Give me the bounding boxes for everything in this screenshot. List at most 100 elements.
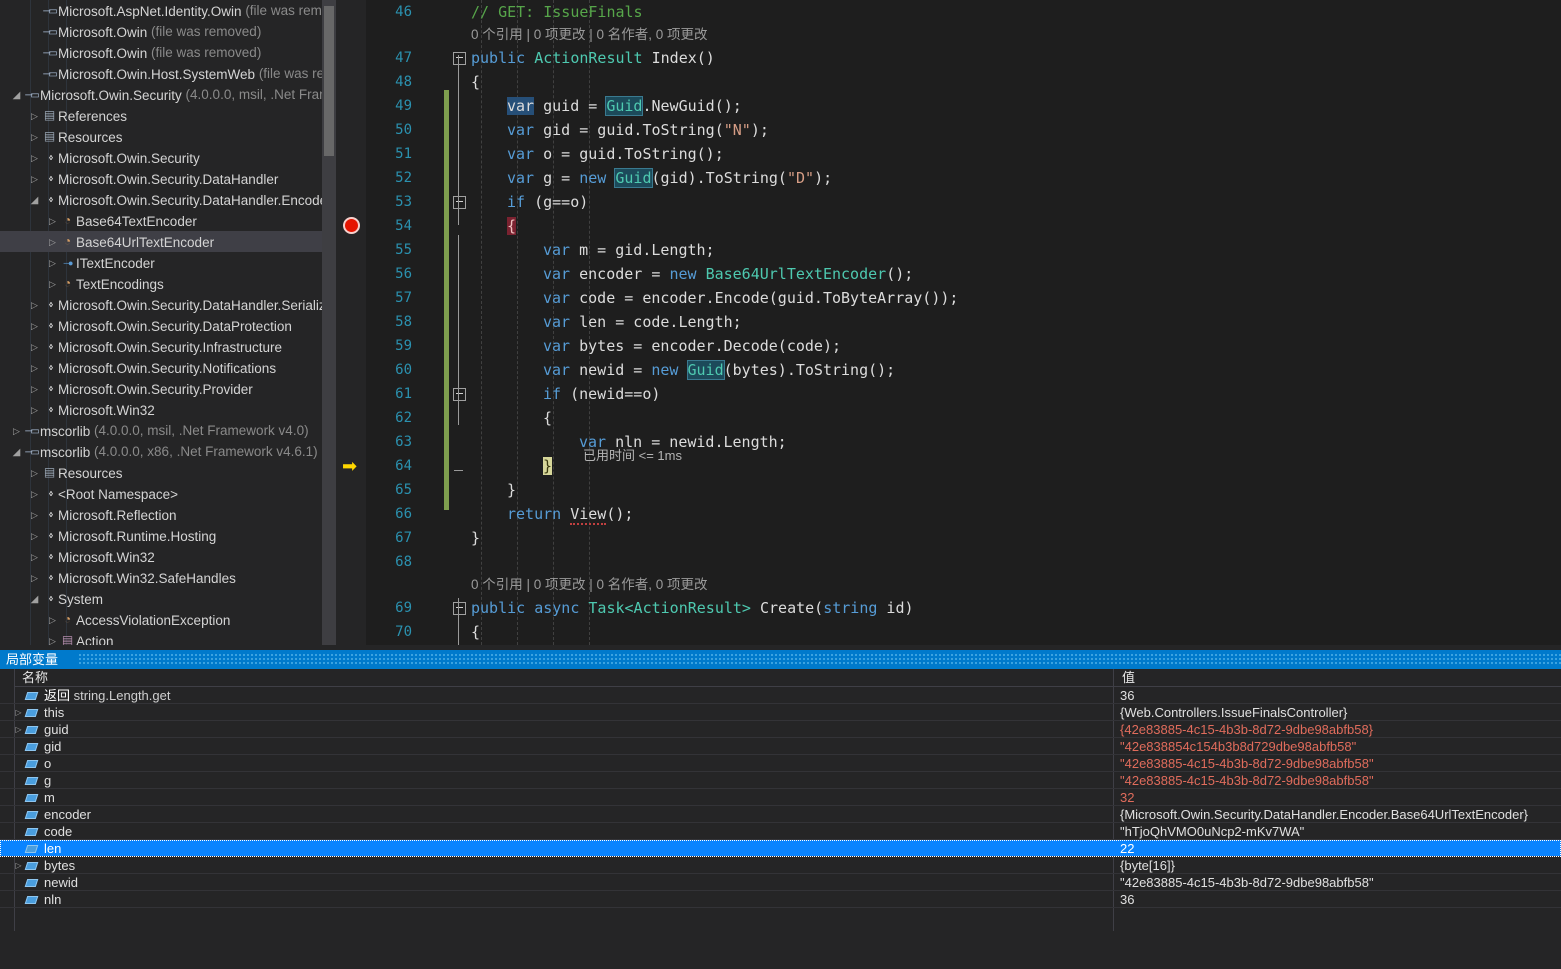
tree-item-microsoft-win32[interactable]: Microsoft.Win32 <box>0 546 322 567</box>
tree-item-microsoft-owin-security-infrastructure[interactable]: Microsoft.Owin.Security.Infrastructure <box>0 336 322 357</box>
chevron-right-icon[interactable] <box>28 379 41 400</box>
tree-item-root-namespace[interactable]: <Root Namespace> <box>0 483 322 504</box>
variable-value[interactable]: {42e83885-4c15-4b3b-8d72-9dbe98abfb58} <box>1120 721 1373 738</box>
locals-row[interactable]: bytes{byte[16]} <box>0 857 1561 874</box>
chevron-right-icon[interactable] <box>28 505 41 526</box>
chevron-right-icon[interactable] <box>46 211 59 232</box>
tree-item-microsoft-reflection[interactable]: Microsoft.Reflection <box>0 504 322 525</box>
chevron-right-icon[interactable] <box>46 232 59 253</box>
tree-item-microsoft-owin-security[interactable]: Microsoft.Owin.Security <box>0 147 322 168</box>
outlining-margin[interactable] <box>449 0 471 645</box>
code-line[interactable]: public ActionResult Index() <box>471 46 715 70</box>
chevron-right-icon[interactable] <box>28 295 41 316</box>
chevron-down-icon[interactable] <box>10 85 23 106</box>
chevron-down-icon[interactable] <box>10 442 23 463</box>
chevron-right-icon[interactable] <box>14 708 23 717</box>
code-line[interactable]: var guid = Guid.NewGuid(); <box>507 94 742 118</box>
locals-title-bar[interactable]: 局部变量 <box>0 650 1561 669</box>
code-line[interactable]: { <box>507 214 516 238</box>
locals-row[interactable]: o"42e83885-4c15-4b3b-8d72-9dbe98abfb58" <box>0 755 1561 772</box>
codelens-indicator[interactable]: 0 个引用 | 0 项更改 | 0 名作者, 0 项更改 <box>471 574 708 596</box>
tree-item-microsoft-owin-security-datahandler-serializer[interactable]: Microsoft.Owin.Security.DataHandler.Seri… <box>0 294 322 315</box>
chevron-right-icon[interactable] <box>28 463 41 484</box>
chevron-right-icon[interactable] <box>28 400 41 421</box>
tree-item-action[interactable]: Action <box>0 630 322 645</box>
tree-item-microsoft-owin-security-dataprotection[interactable]: Microsoft.Owin.Security.DataProtection <box>0 315 322 336</box>
chevron-right-icon[interactable] <box>28 337 41 358</box>
code-line[interactable]: } <box>543 454 552 478</box>
tree-item-microsoft-owin[interactable]: Microsoft.Owin (file was removed) <box>0 42 322 63</box>
code-line[interactable]: var gid = guid.ToString("N"); <box>507 118 769 142</box>
breakpoint-margin[interactable] <box>336 0 366 645</box>
code-line[interactable]: var bytes = encoder.Decode(code); <box>543 334 841 358</box>
chevron-right-icon[interactable] <box>46 631 59 645</box>
tree-item-accessviolationexception[interactable]: AccessViolationException <box>0 609 322 630</box>
locals-row[interactable]: guid{42e83885-4c15-4b3b-8d72-9dbe98abfb5… <box>0 721 1561 738</box>
locals-grid[interactable]: 名称 值 返回 string.Length.get36this{Web.Cont… <box>0 669 1561 945</box>
code-line[interactable]: // GET: IssueFinals <box>471 0 643 24</box>
locals-row[interactable]: this{Web.Controllers.IssueFinalsControll… <box>0 704 1561 721</box>
code-line[interactable]: public async Task<ActionResult> Create(s… <box>471 596 914 620</box>
locals-row[interactable]: encoder{Microsoft.Owin.Security.DataHand… <box>0 806 1561 823</box>
chevron-right-icon[interactable] <box>28 316 41 337</box>
tree-item-textencodings[interactable]: TextEncodings <box>0 273 322 294</box>
chevron-right-icon[interactable] <box>28 484 41 505</box>
column-header-value[interactable]: 值 <box>1114 669 1561 687</box>
tree-item-microsoft-owin-host-systemweb[interactable]: Microsoft.Owin.Host.SystemWeb (file was … <box>0 63 322 84</box>
locals-row[interactable]: len22 <box>0 840 1561 857</box>
variable-value[interactable]: "hTjoQhVMO0uNcp2-mKv7WA" <box>1120 823 1304 840</box>
object-browser-tree[interactable]: Microsoft.AspNet.Identity.Owin (file was… <box>0 0 322 645</box>
chevron-right-icon[interactable] <box>46 610 59 631</box>
variable-value[interactable]: 36 <box>1120 687 1134 704</box>
code-line[interactable]: } <box>471 526 480 550</box>
code-line[interactable]: var g = new Guid(gid).ToString("D"); <box>507 166 832 190</box>
variable-value[interactable]: "42e83885-4c15-4b3b-8d72-9dbe98abfb58" <box>1120 772 1374 789</box>
tree-item-resources[interactable]: Resources <box>0 126 322 147</box>
tree-item-microsoft-owin-security-datahandler[interactable]: Microsoft.Owin.Security.DataHandler <box>0 168 322 189</box>
fold-collapse-icon[interactable] <box>453 52 466 65</box>
tree-item-microsoft-owin[interactable]: Microsoft.Owin (file was removed) <box>0 21 322 42</box>
code-line[interactable]: var len = code.Length; <box>543 310 742 334</box>
variable-value[interactable]: "42e83885-4c15-4b3b-8d72-9dbe98abfb58" <box>1120 874 1374 891</box>
tree-item-microsoft-owin-security-provider[interactable]: Microsoft.Owin.Security.Provider <box>0 378 322 399</box>
variable-value[interactable]: 36 <box>1120 891 1134 908</box>
tree-item-references[interactable]: References <box>0 105 322 126</box>
chevron-down-icon[interactable] <box>28 190 41 211</box>
code-line[interactable]: return View(); <box>507 502 633 526</box>
tree-item-microsoft-win32[interactable]: Microsoft.Win32 <box>0 399 322 420</box>
code-line[interactable]: var o = guid.ToString(); <box>507 142 724 166</box>
locals-row[interactable]: newid"42e83885-4c15-4b3b-8d72-9dbe98abfb… <box>0 874 1561 891</box>
code-line[interactable]: { <box>471 70 480 94</box>
variable-value[interactable]: "42e838854c154b3b8d729dbe98abfb58" <box>1120 738 1356 755</box>
chevron-right-icon[interactable] <box>28 148 41 169</box>
chevron-right-icon[interactable] <box>28 169 41 190</box>
tree-item-base64textencoder[interactable]: Base64TextEncoder <box>0 210 322 231</box>
code-line[interactable]: { <box>471 620 480 644</box>
locals-row[interactable]: code"hTjoQhVMO0uNcp2-mKv7WA" <box>0 823 1561 840</box>
tree-item-microsoft-runtime-hosting[interactable]: Microsoft.Runtime.Hosting <box>0 525 322 546</box>
chevron-down-icon[interactable] <box>28 589 41 610</box>
code-text-area[interactable]: // GET: IssueFinals 0 个引用 | 0 项更改 | 0 名作者… <box>471 0 1561 645</box>
tree-item-mscorlib[interactable]: mscorlib (4.0.0.0, x86, .Net Framework v… <box>0 441 322 462</box>
variable-value[interactable]: {Microsoft.Owin.Security.DataHandler.Enc… <box>1120 806 1528 823</box>
variable-value[interactable]: 22 <box>1120 840 1134 857</box>
code-line[interactable]: if (g==o) <box>507 190 588 214</box>
chevron-right-icon[interactable] <box>14 725 23 734</box>
code-editor[interactable]: 4647484950515253545556575859606162636465… <box>336 0 1561 645</box>
chevron-right-icon[interactable] <box>46 274 59 295</box>
fold-collapse-icon[interactable] <box>453 602 466 615</box>
fold-collapse-icon[interactable] <box>453 196 466 209</box>
locals-row[interactable]: nln36 <box>0 891 1561 908</box>
code-line[interactable]: } <box>507 478 516 502</box>
breakpoint-icon[interactable] <box>343 217 360 234</box>
tree-item-base64urltextencoder[interactable]: Base64UrlTextEncoder <box>0 231 322 252</box>
variable-value[interactable]: {Web.Controllers.IssueFinalsController} <box>1120 704 1347 721</box>
tree-vertical-scrollbar[interactable] <box>322 0 336 645</box>
code-line[interactable]: if (newid==o) <box>543 382 660 406</box>
locals-row[interactable]: m32 <box>0 789 1561 806</box>
locals-row[interactable]: gid"42e838854c154b3b8d729dbe98abfb58" <box>0 738 1561 755</box>
chevron-right-icon[interactable] <box>28 547 41 568</box>
tree-item-microsoft-win32-safehandles[interactable]: Microsoft.Win32.SafeHandles <box>0 567 322 588</box>
chevron-right-icon[interactable] <box>28 127 41 148</box>
locals-row[interactable]: g"42e83885-4c15-4b3b-8d72-9dbe98abfb58" <box>0 772 1561 789</box>
